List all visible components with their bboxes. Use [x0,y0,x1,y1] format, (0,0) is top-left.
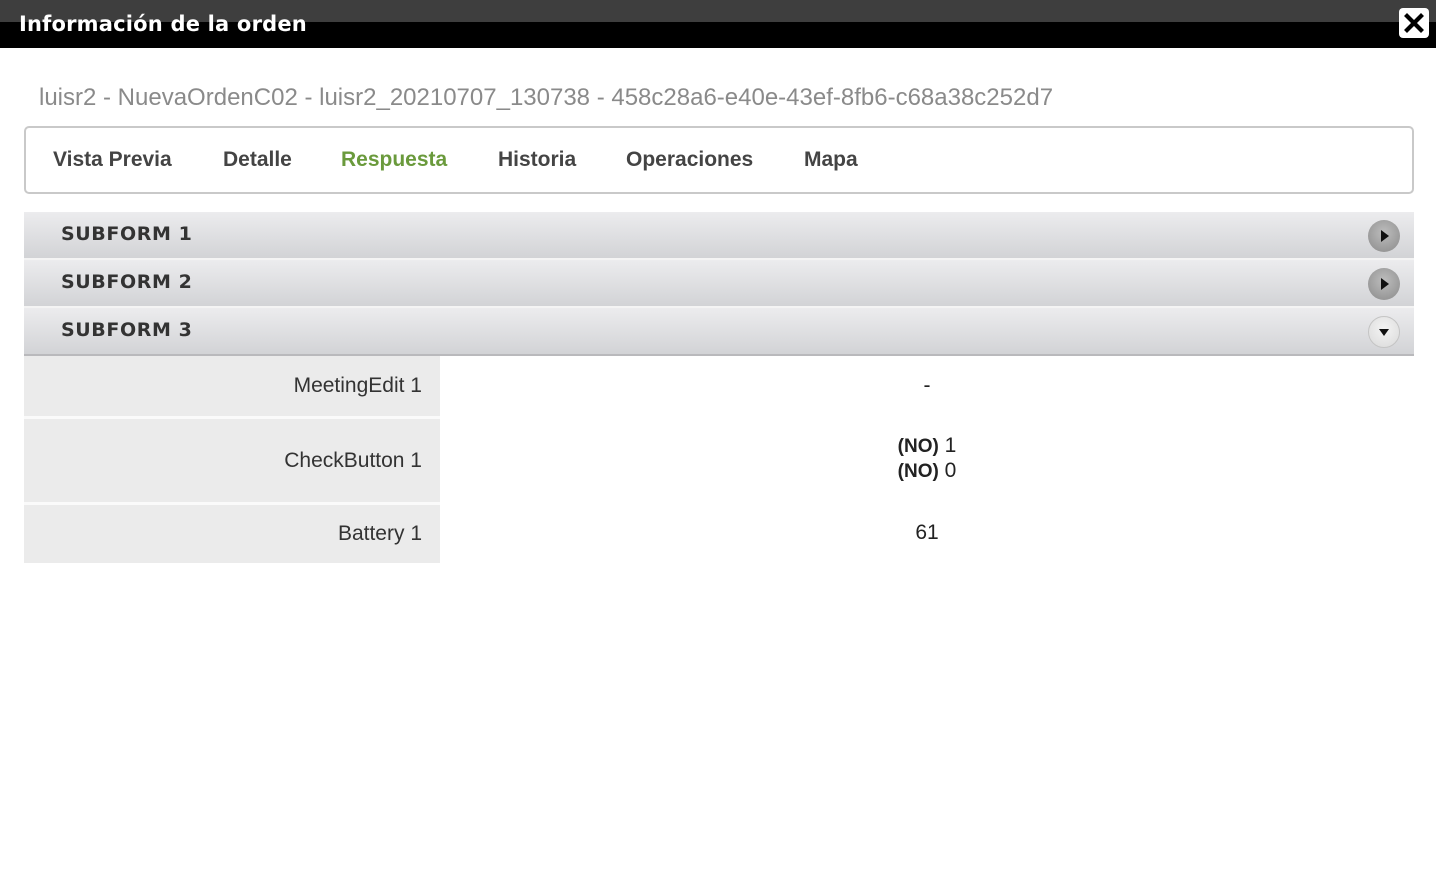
tab-mapa[interactable]: Mapa [804,148,858,172]
check-value-text: 1 [944,434,957,457]
field-value: 61 [440,502,1414,563]
field-value: (NO) 1 (NO) 0 [440,416,1414,502]
close-icon [1404,13,1424,33]
field-label: MeetingEdit 1 [24,356,440,416]
tab-vista-previa[interactable]: Vista Previa [53,148,172,172]
battery-value: 61 [915,520,939,544]
subform-3-content: MeetingEdit 1 - CheckButton 1 (NO) 1 (NO… [24,356,1414,563]
subform-1-header[interactable]: SUBFORM 1 [24,212,1414,260]
check-value-tag: (NO) [897,436,939,457]
tab-bar: Vista Previa Detalle Respuesta Historia … [24,126,1414,194]
check-value-text: 0 [944,459,957,482]
field-value: - [440,356,1414,416]
tab-respuesta[interactable]: Respuesta [341,148,447,172]
dialog-titlebar: Información de la orden [0,0,1436,48]
play-right-icon [1381,278,1389,290]
field-label: CheckButton 1 [24,416,440,502]
table-row: MeetingEdit 1 - [24,356,1414,416]
order-header: luisr2 - NuevaOrdenC02 - luisr2_20210707… [39,84,1054,111]
check-value-tag: (NO) [897,461,939,482]
subform-3-header[interactable]: SUBFORM 3 [24,308,1414,356]
expand-subform-2-button[interactable] [1368,268,1400,300]
subform-1-title: SUBFORM 1 [61,223,193,245]
tab-operaciones[interactable]: Operaciones [626,148,753,172]
subform-2-title: SUBFORM 2 [61,271,193,293]
close-button[interactable] [1399,8,1429,38]
tab-historia[interactable]: Historia [498,148,576,172]
dialog-title: Información de la orden [19,12,307,36]
collapse-subform-3-button[interactable] [1368,316,1400,348]
check-value-line: (NO) 0 [898,459,957,484]
caret-down-icon [1379,329,1389,336]
expand-subform-1-button[interactable] [1368,220,1400,252]
table-row: Battery 1 61 [24,502,1414,563]
play-right-icon [1381,230,1389,242]
meeting-edit-value: - [923,374,931,397]
check-value-line: (NO) 1 [898,434,957,459]
table-row: CheckButton 1 (NO) 1 (NO) 0 [24,416,1414,502]
subform-3-title: SUBFORM 3 [61,319,193,341]
subform-2-header[interactable]: SUBFORM 2 [24,260,1414,308]
tab-detalle[interactable]: Detalle [223,148,292,172]
field-label: Battery 1 [24,502,440,563]
subform-accordion: SUBFORM 1 SUBFORM 2 SUBFORM 3 MeetingEdi… [24,212,1414,563]
